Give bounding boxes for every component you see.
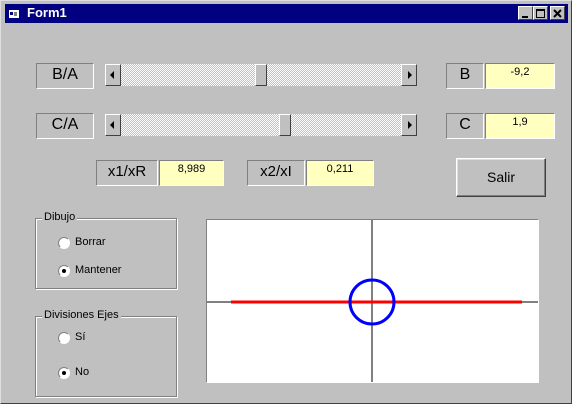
- x1-value: 8,989: [159, 160, 224, 186]
- ca-scroll-thumb[interactable]: [279, 114, 292, 136]
- dibujo-group: Dibujo Borrar Mantener: [35, 211, 177, 289]
- radio-borrar-button[interactable]: [58, 237, 70, 249]
- ca-scroll-right[interactable]: [401, 114, 417, 136]
- title-bar: Form1: [5, 4, 568, 23]
- radio-mantener-label: Mantener: [75, 264, 122, 276]
- arrow-right-icon: [408, 71, 412, 79]
- form1-window: Form1 B/A B -9,2 C/A C 1,9 x1/xR 8,989 x…: [0, 0, 572, 404]
- radio-si-label: Sí: [75, 331, 86, 343]
- arrow-right-icon: [408, 121, 412, 129]
- close-button[interactable]: [550, 6, 565, 20]
- ca-scrollbar[interactable]: [105, 114, 417, 136]
- radio-no-button[interactable]: [58, 367, 70, 379]
- minimize-button[interactable]: [518, 6, 533, 20]
- ca-label: C/A: [36, 113, 94, 139]
- ca-scroll-left[interactable]: [105, 114, 121, 136]
- ba-scroll-right[interactable]: [401, 64, 417, 86]
- divisiones-group: Divisiones Ejes Sí No: [35, 309, 177, 397]
- close-icon: [553, 9, 562, 18]
- radio-no-label: No: [75, 366, 90, 378]
- c-label: C: [446, 113, 484, 139]
- maximize-button[interactable]: [533, 6, 548, 20]
- minimize-icon: [522, 16, 528, 18]
- ba-scrollbar[interactable]: [105, 64, 417, 86]
- app-icon: [9, 10, 19, 18]
- arrow-left-icon: [110, 121, 114, 129]
- ba-scroll-thumb[interactable]: [255, 64, 267, 86]
- radio-si-button[interactable]: [58, 332, 70, 344]
- b-value: -9,2: [485, 63, 555, 89]
- x2-value: 0,211: [306, 160, 374, 186]
- radio-mantener-button[interactable]: [58, 265, 70, 277]
- ba-label: B/A: [36, 63, 94, 89]
- plot-drawing: [207, 220, 538, 382]
- c-value: 1,9: [485, 113, 555, 139]
- divisiones-group-title: Divisiones Ejes: [42, 309, 121, 321]
- arrow-left-icon: [110, 71, 114, 79]
- plot-canvas: [206, 219, 539, 383]
- maximize-icon: [536, 9, 545, 18]
- ba-scroll-left[interactable]: [105, 64, 121, 86]
- ca-scroll-track[interactable]: [121, 114, 401, 136]
- b-label: B: [446, 63, 484, 89]
- x2-label: x2/xI: [247, 160, 305, 186]
- radio-borrar-label: Borrar: [75, 236, 106, 248]
- x1-label: x1/xR: [96, 160, 158, 186]
- exit-button[interactable]: Salir: [456, 158, 546, 197]
- window-title: Form1: [27, 5, 67, 20]
- dibujo-group-title: Dibujo: [42, 211, 78, 223]
